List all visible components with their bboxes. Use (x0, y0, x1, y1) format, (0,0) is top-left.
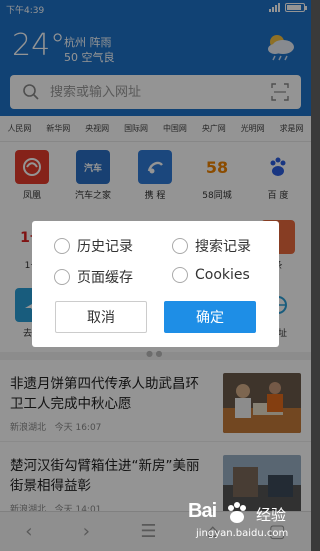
radio-button[interactable] (54, 269, 70, 285)
option-label: 历史记录 (77, 239, 133, 255)
option-cookies[interactable]: Cookies (172, 267, 250, 283)
watermark-suffix: 经验 (256, 506, 287, 524)
baidu-paw-icon (228, 502, 246, 523)
option-history[interactable]: 历史记录 (54, 236, 133, 256)
confirm-button[interactable]: 确定 (164, 301, 256, 333)
radio-button[interactable] (54, 238, 70, 254)
option-label: 页面缓存 (77, 270, 133, 286)
option-label: Cookies (195, 267, 250, 283)
option-label: 搜索记录 (195, 239, 251, 255)
radio-button[interactable] (172, 267, 188, 283)
option-search-history[interactable]: 搜索记录 (172, 236, 251, 256)
cancel-button[interactable]: 取消 (55, 301, 147, 333)
option-page-cache[interactable]: 页面缓存 (54, 267, 133, 287)
browser-home-screen: 下午4:39 24° 杭州 阵雨 50 空气良 人民网 新华网 央视网 国际网 … (0, 0, 311, 551)
radio-button[interactable] (172, 238, 188, 254)
baidu-jingyan-watermark: Bai 经验 jingyan.baidu.com (186, 500, 306, 546)
watermark-url: jingyan.baidu.com (196, 528, 289, 539)
watermark-brand: Bai (188, 500, 217, 522)
clear-data-dialog: 历史记录 搜索记录 页面缓存 Cookies 取消 确定 (32, 221, 279, 347)
